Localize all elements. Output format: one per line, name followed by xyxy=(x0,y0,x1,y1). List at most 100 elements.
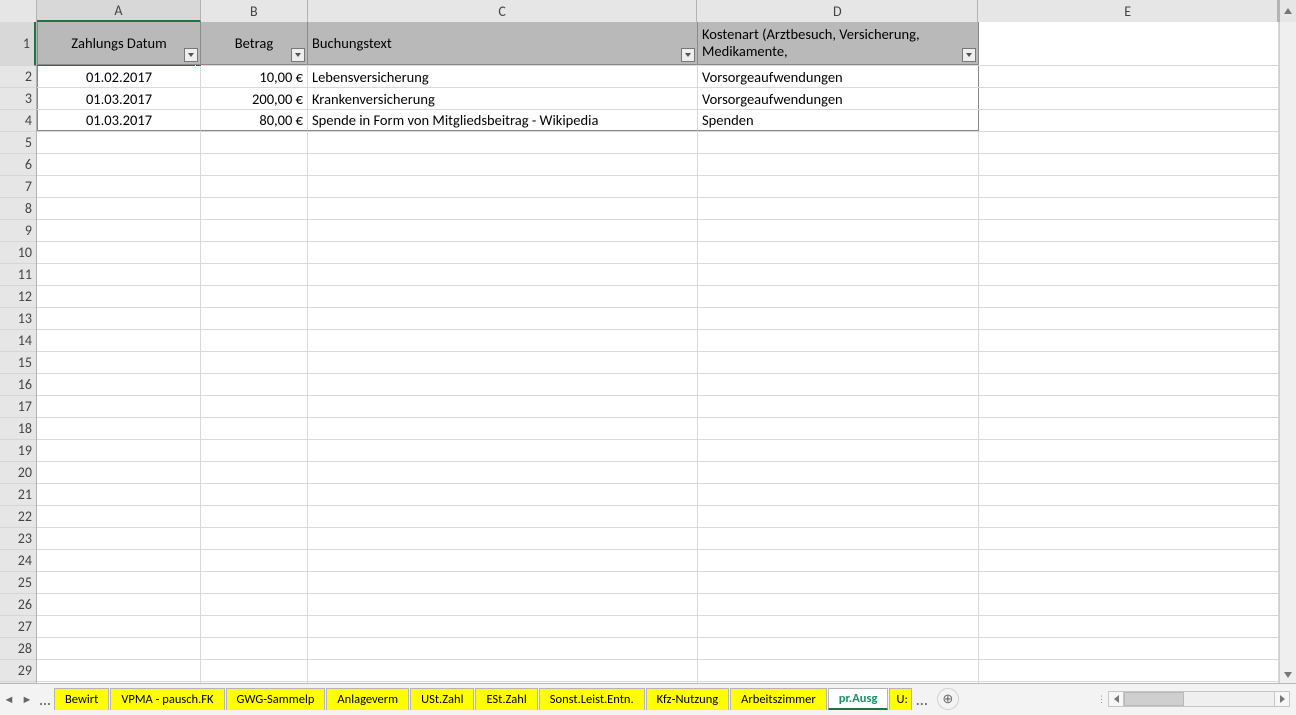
select-all-corner[interactable] xyxy=(0,0,37,22)
row-header-30[interactable]: 30 xyxy=(0,682,36,683)
cell-A30[interactable] xyxy=(37,682,201,683)
cell-B21[interactable] xyxy=(201,484,308,505)
cell-A8[interactable] xyxy=(37,198,201,219)
cell-A22[interactable] xyxy=(37,506,201,527)
cell-D20[interactable] xyxy=(698,462,979,483)
cell-D30[interactable] xyxy=(698,682,979,683)
cell-C16[interactable] xyxy=(308,374,698,395)
cell-E2[interactable] xyxy=(979,66,1279,87)
cell-E27[interactable] xyxy=(979,616,1279,637)
cell-C29[interactable] xyxy=(308,660,698,681)
cell-A12[interactable] xyxy=(37,286,201,307)
table-header-betrag[interactable]: Betrag xyxy=(201,22,308,65)
cell-E15[interactable] xyxy=(979,352,1279,373)
cell-E29[interactable] xyxy=(979,660,1279,681)
cell-A6[interactable] xyxy=(37,154,201,175)
row-header-9[interactable]: 9 xyxy=(0,220,36,242)
cell-C6[interactable] xyxy=(308,154,698,175)
row-header-2[interactable]: 2 xyxy=(0,66,36,88)
row-header-14[interactable]: 14 xyxy=(0,330,36,352)
cell-B5[interactable] xyxy=(201,132,308,153)
cell-D18[interactable] xyxy=(698,418,979,439)
cell-A18[interactable] xyxy=(37,418,201,439)
cell-D11[interactable] xyxy=(698,264,979,285)
cell-A20[interactable] xyxy=(37,462,201,483)
cell-C11[interactable] xyxy=(308,264,698,285)
tabs-ellipsis-left[interactable]: ... xyxy=(36,691,54,710)
new-sheet-button[interactable]: ⊕ xyxy=(937,688,959,710)
cell-B3[interactable]: 200,00 € xyxy=(201,88,308,109)
cell-D9[interactable] xyxy=(698,220,979,241)
cell-D15[interactable] xyxy=(698,352,979,373)
cell-D23[interactable] xyxy=(698,528,979,549)
cell-C27[interactable] xyxy=(308,616,698,637)
row-header-24[interactable]: 24 xyxy=(0,550,36,572)
row-header-5[interactable]: 5 xyxy=(0,132,36,154)
cell-D12[interactable] xyxy=(698,286,979,307)
cell-D3[interactable]: Vorsorgeaufwendungen xyxy=(698,88,979,109)
cell-D29[interactable] xyxy=(698,660,979,681)
cell-B24[interactable] xyxy=(201,550,308,571)
cell-C2[interactable]: Lebensversicherung xyxy=(308,66,698,87)
cell-B6[interactable] xyxy=(201,154,308,175)
row-header-20[interactable]: 20 xyxy=(0,462,36,484)
cell-E18[interactable] xyxy=(979,418,1279,439)
cell-A26[interactable] xyxy=(37,594,201,615)
cell-C5[interactable] xyxy=(308,132,698,153)
cell-B27[interactable] xyxy=(201,616,308,637)
filter-dropdown-button[interactable] xyxy=(681,48,695,62)
cell-D24[interactable] xyxy=(698,550,979,571)
row-header-7[interactable]: 7 xyxy=(0,176,36,198)
tabs-nav-next[interactable]: ► xyxy=(18,688,36,710)
cell-C15[interactable] xyxy=(308,352,698,373)
filter-dropdown-button[interactable] xyxy=(291,48,305,62)
cell-E19[interactable] xyxy=(979,440,1279,461)
cell-E4[interactable] xyxy=(979,110,1279,131)
horizontal-scrollbar[interactable]: ⋮ xyxy=(1094,687,1290,711)
row-header-11[interactable]: 11 xyxy=(0,264,36,286)
cell-B13[interactable] xyxy=(201,308,308,329)
cell-E17[interactable] xyxy=(979,396,1279,417)
cell-E13[interactable] xyxy=(979,308,1279,329)
row-header-8[interactable]: 8 xyxy=(0,198,36,220)
cell-D28[interactable] xyxy=(698,638,979,659)
cell-A23[interactable] xyxy=(37,528,201,549)
cell-A17[interactable] xyxy=(37,396,201,417)
cell-D21[interactable] xyxy=(698,484,979,505)
row-header-15[interactable]: 15 xyxy=(0,352,36,374)
row-header-22[interactable]: 22 xyxy=(0,506,36,528)
hscroll-right-button[interactable] xyxy=(1274,691,1290,707)
cell-A13[interactable] xyxy=(37,308,201,329)
cell-B30[interactable] xyxy=(201,682,308,683)
cell-A19[interactable] xyxy=(37,440,201,461)
cell-E7[interactable] xyxy=(979,176,1279,197)
row-header-3[interactable]: 3 xyxy=(0,88,36,110)
cell-A5[interactable] xyxy=(37,132,201,153)
cell-C13[interactable] xyxy=(308,308,698,329)
cell-C24[interactable] xyxy=(308,550,698,571)
cell-E16[interactable] xyxy=(979,374,1279,395)
vertical-scrollbar[interactable] xyxy=(1279,22,1296,683)
hscroll-thumb[interactable] xyxy=(1124,692,1184,706)
sheet-tab[interactable]: GWG-Sammelp xyxy=(226,688,326,710)
tabs-nav-prev[interactable]: ◄ xyxy=(0,688,18,710)
row-header-17[interactable]: 17 xyxy=(0,396,36,418)
sheet-tab[interactable]: Sonst.Leist.Entn. xyxy=(539,688,645,710)
cell-B10[interactable] xyxy=(201,242,308,263)
sheet-tab[interactable]: VPMA - pausch.FK xyxy=(110,688,224,710)
cell-C20[interactable] xyxy=(308,462,698,483)
sheet-tab[interactable]: Kfz-Nutzung xyxy=(646,688,730,710)
cell-B25[interactable] xyxy=(201,572,308,593)
cell-C19[interactable] xyxy=(308,440,698,461)
hscroll-grip-icon[interactable]: ⋮ xyxy=(1097,694,1105,705)
cell-D17[interactable] xyxy=(698,396,979,417)
cell-C10[interactable] xyxy=(308,242,698,263)
cell-D2[interactable]: Vorsorgeaufwendungen xyxy=(698,66,979,87)
hscroll-track[interactable] xyxy=(1124,691,1274,707)
filter-dropdown-button[interactable] xyxy=(184,48,198,62)
col-header-E[interactable]: E xyxy=(978,0,1278,22)
cell-A4[interactable]: 01.03.2017 xyxy=(37,110,201,131)
sheet-tab[interactable]: Bewirt xyxy=(54,688,109,710)
cell-grid[interactable]: Zahlungs DatumBetragBuchungstextKostenar… xyxy=(37,22,1279,683)
cell-B12[interactable] xyxy=(201,286,308,307)
